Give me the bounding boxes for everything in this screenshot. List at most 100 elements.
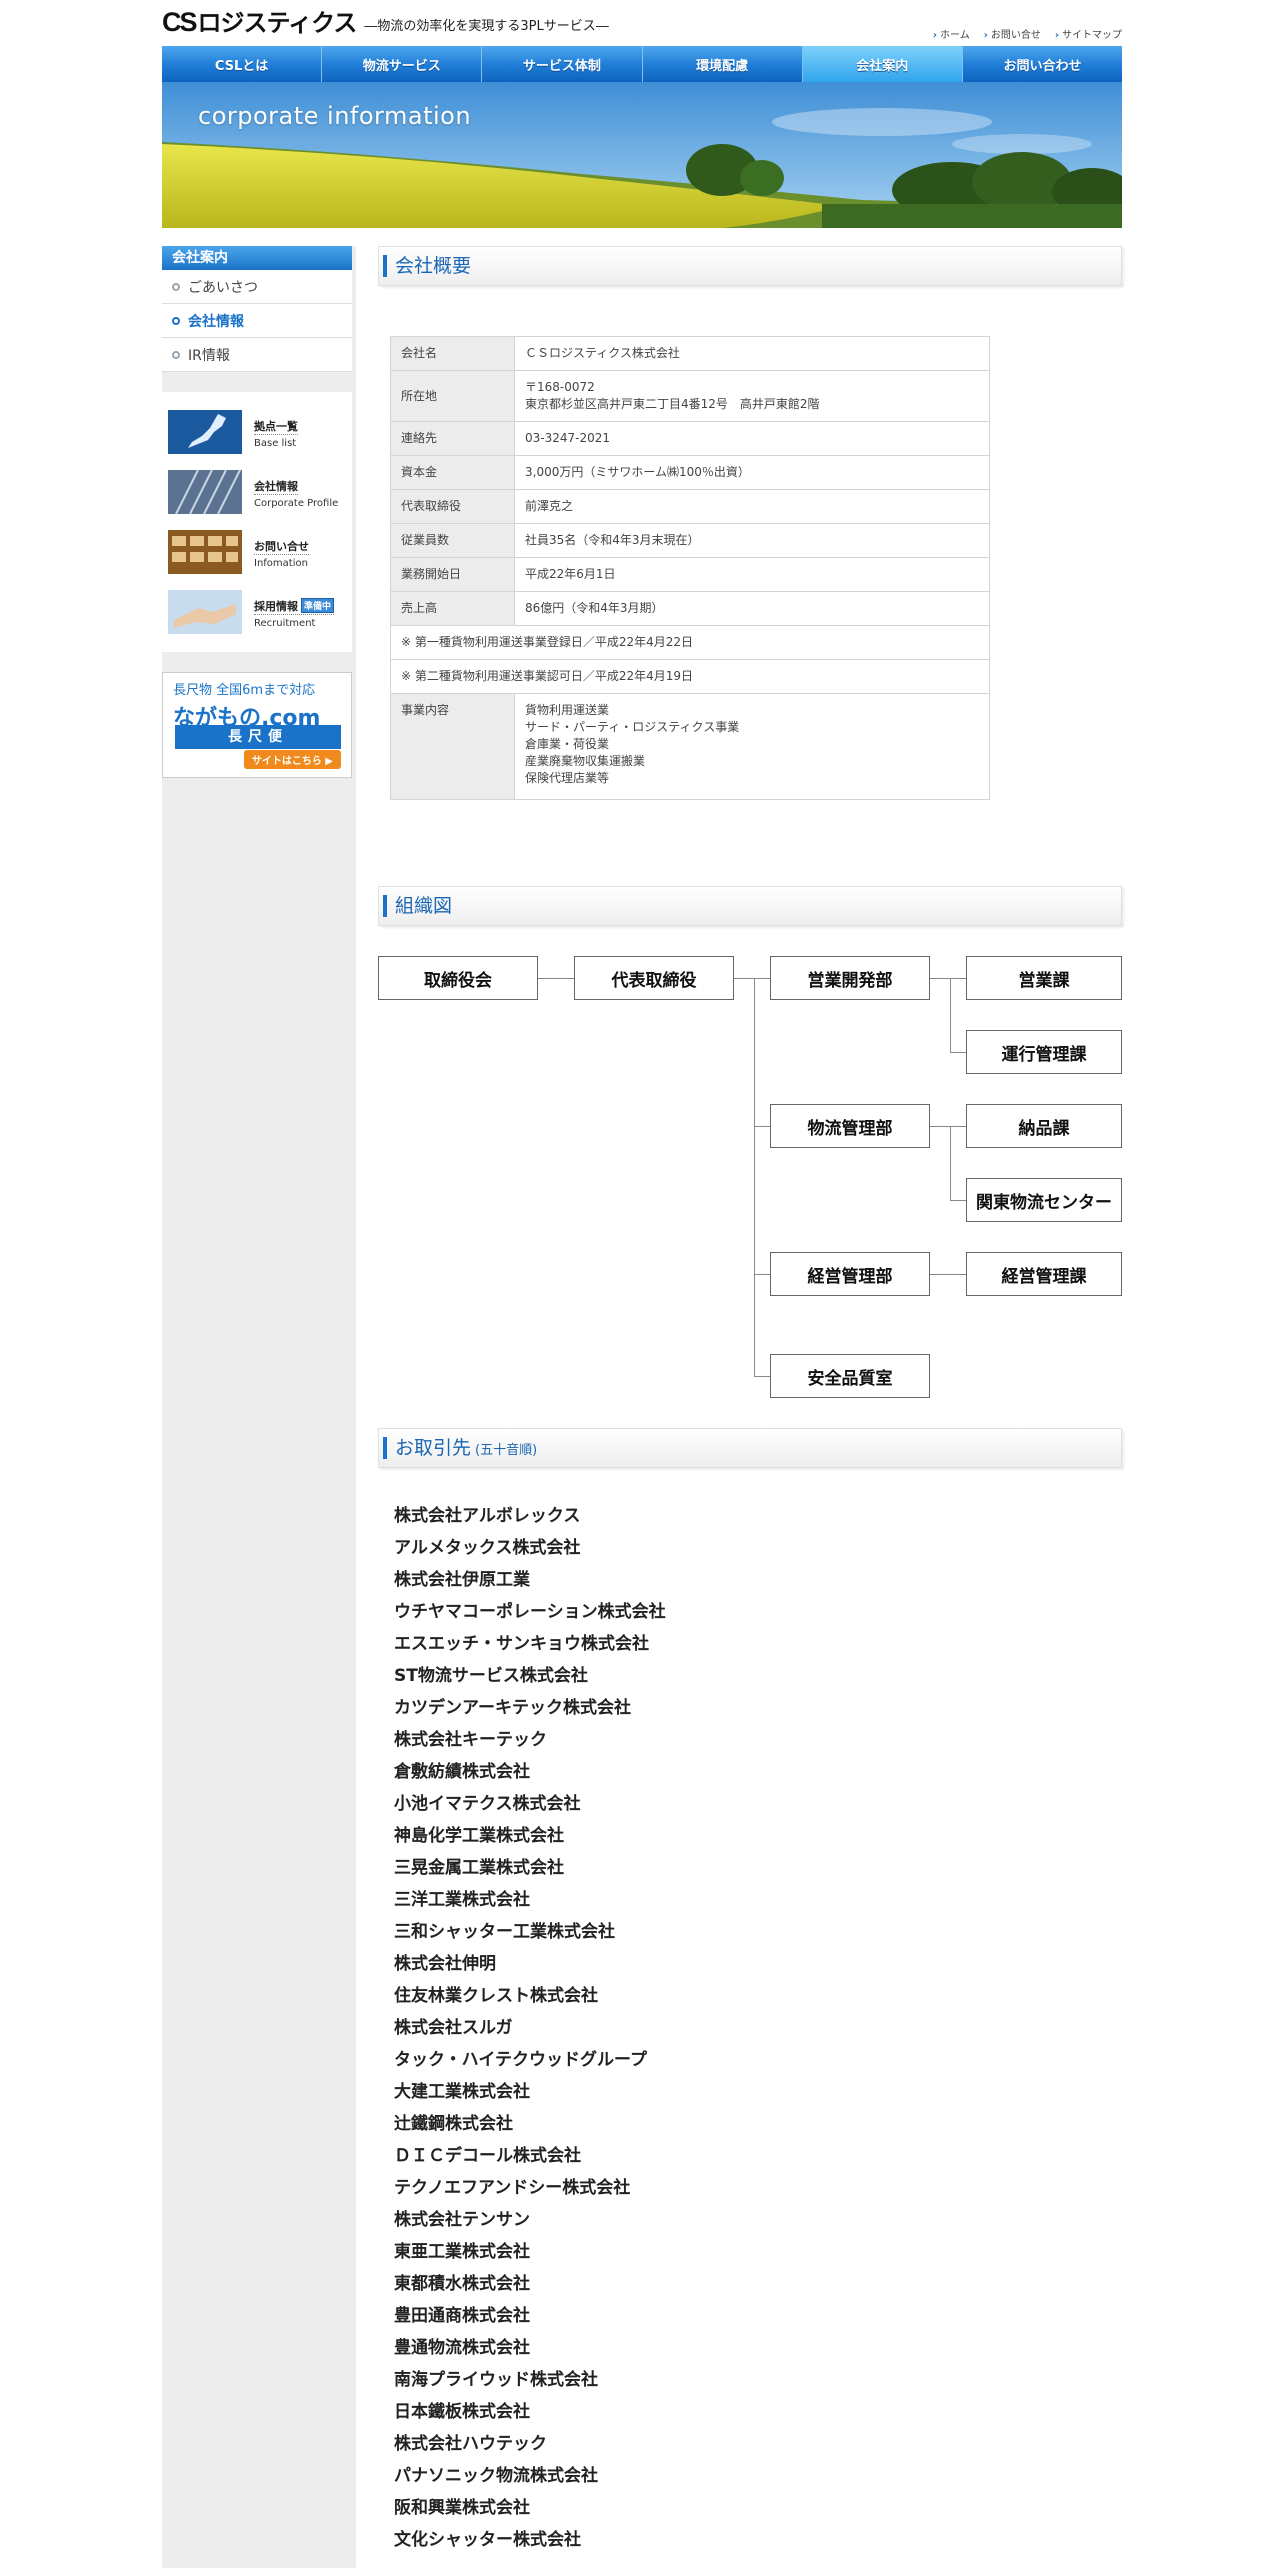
nav-item-about[interactable]: CSLとは [162,46,321,82]
org-box-sales-dev: 営業開発部 [770,956,930,1000]
org-chart: 取締役会 代表取締役 営業開発部 営業課 運行管理課 物流管理部 納品課 関東物… [378,956,1122,1416]
list-item: アルメタックス株式会社 [394,1538,581,1558]
sidebar-menu: ごあいさつ 会社情報 IR情報 [162,270,352,372]
list-item: 南海プライウッド株式会社 [394,2370,598,2390]
row-label: 従業員数 [390,523,515,558]
list-item: 住友林業クレスト株式会社 [394,1986,598,2006]
table-row: 資本金 3,000万円（ミサワホーム㈱100％出資） [390,455,990,490]
org-box-kanto-center: 関東物流センター [966,1178,1122,1222]
org-box-board: 取締役会 [378,956,538,1000]
sidebar-item-greeting[interactable]: ごあいさつ [162,270,352,304]
connector-line [950,1052,966,1053]
row-label: 連絡先 [390,421,515,456]
naga-site-button[interactable]: サイトはこちら ▶ [243,750,341,769]
tagline: ―物流の効率化を実現する3PLサービス― [364,19,609,34]
row-value: 03-3247-2021 [514,421,990,456]
list-item: 株式会社テンサン [394,2210,530,2230]
bullet-icon [172,316,180,325]
site-logo[interactable]: CS ロジスティクス ―物流の効率化を実現する3PLサービス― [162,7,609,38]
section-heading-profile: 会社概要 [378,246,1122,286]
row-label: 資本金 [390,455,515,490]
sidebar-item-label: IR情報 [188,347,230,364]
nav-item-contact[interactable]: お問い合わせ [961,46,1122,82]
global-nav: CSLとは 物流サービス サービス体制 環境配慮 会社案内 お問い合わせ [162,46,1122,82]
list-item: 株式会社スルガ [394,2018,513,2038]
heading-text: お取引先 [395,1437,472,1459]
table-row: 代表取締役 前澤克之 [390,489,990,524]
status-badge: 準備中 [301,598,335,613]
row-label: 代表取締役 [390,489,515,524]
sidebar-item-company-info[interactable]: 会社情報 [162,304,352,338]
row-value: 〒168-0072 東京都杉並区高井戸東二丁目4番12号 高井戸東館2階 [514,370,990,422]
row-value: ＣＳロジスティクス株式会社 [514,336,990,371]
org-box-admin-section: 経営管理課 [966,1252,1122,1296]
list-item: 株式会社アルボレックス [394,1506,581,1526]
nav-item-logistics-service[interactable]: 物流サービス [321,46,481,82]
section-heading-org: 組織図 [378,886,1122,926]
nav-item-environment[interactable]: 環境配慮 [641,46,802,82]
list-item: 倉敷紡績株式会社 [394,1762,530,1782]
sidebar-item-label: 会社情報 [188,313,244,330]
table-row: 連絡先 03-3247-2021 [390,421,990,456]
building-icon [168,470,242,514]
keyboard-icon [168,530,242,574]
banner-recruitment[interactable]: 採用情報 準備中 Recruitment [168,582,346,642]
utility-home-link[interactable]: ホーム [933,26,970,41]
list-item: ST物流サービス株式会社 [394,1666,588,1686]
nav-item-service-system[interactable]: サービス体制 [481,46,641,82]
connector-line [930,1126,966,1127]
note-row: ※ 第一種貨物利用運送事業登録日／平成22年4月22日 [390,625,990,660]
org-box-admin-dept: 経営管理部 [770,1252,930,1296]
list-item: ＤＩＣデコール株式会社 [394,2146,581,2166]
org-box-safety-quality: 安全品質室 [770,1354,930,1398]
connector-line [734,978,770,979]
row-value: 3,000万円（ミサワホーム㈱100％出資） [514,455,990,490]
list-item: 株式会社伊原工業 [394,1570,530,1590]
list-item: 三晃金属工業株式会社 [394,1858,564,1878]
list-item: 文化シャッター株式会社 [394,2530,581,2550]
banner-base-list[interactable]: 拠点一覧 Base list [168,402,346,462]
banner-title: 拠点一覧 [254,420,298,435]
row-label: 所在地 [390,370,515,422]
connector-line [538,978,574,979]
banner-information[interactable]: お問い合せ Infomation [168,522,346,582]
connector-line [950,978,951,1052]
row-label: 会社名 [390,336,515,371]
naganomo-banner[interactable]: 長尺物 全国6mまで対応 ながもの.com 長尺便 サイトはこちら ▶ [162,672,352,778]
business-item: サード・パーティ・ロジスティクス事業 [525,720,740,734]
table-row: 業務開始日 平成22年6月1日 [390,557,990,592]
utility-sitemap-link[interactable]: サイトマップ [1055,26,1122,41]
nav-item-company[interactable]: 会社案内 [801,46,962,82]
logo-mark: CS [162,7,197,37]
postal-code: 〒168-0072 [525,380,595,394]
row-value: 前澤克之 [514,489,990,524]
client-list: 株式会社アルボレックス アルメタックス株式会社 株式会社伊原工業 ウチヤマコーポレーシ… [394,1500,666,2556]
connector-line [950,1126,951,1200]
list-item: 株式会社キーテック [394,1730,547,1750]
list-item: 三和シャッター工業株式会社 [394,1922,615,1942]
list-item: パナソニック物流株式会社 [394,2466,598,2486]
list-item: カツデンアーキテック株式会社 [394,1698,631,1718]
heading-note: (五十音順) [475,1443,538,1458]
utility-contact-link[interactable]: お問い合せ [984,26,1041,41]
section-heading-clients: お取引先 (五十音順) [378,1428,1122,1468]
list-item: 大建工業株式会社 [394,2082,530,2102]
list-item: 小池イマテクス株式会社 [394,1794,581,1814]
business-item: 保険代理店業等 [525,771,610,785]
business-item: 倉庫業・荷役業 [525,737,610,751]
row-label: 業務開始日 [390,557,515,592]
banner-corporate-profile[interactable]: 会社情報 Corporate Profile [168,462,346,522]
address: 東京都杉並区高井戸東二丁目4番12号 高井戸東館2階 [525,397,820,411]
list-item: エスエッチ・サンキョウ株式会社 [394,1634,649,1654]
logo-text: ロジスティクス [197,9,358,37]
row-label: 事業内容 [390,693,515,800]
table-row: 従業員数 社員35名（令和4年3月末現在） [390,523,990,558]
list-item: 東亜工業株式会社 [394,2242,530,2262]
list-item: タック・ハイテクウッドグループ [394,2050,647,2070]
utility-nav: ホーム お問い合せ サイトマップ [933,26,1122,41]
banner-title-text: 採用情報 [254,600,298,613]
org-box-operations: 運行管理課 [966,1030,1122,1074]
list-item: 阪和興業株式会社 [394,2498,530,2518]
sidebar-item-ir[interactable]: IR情報 [162,338,352,372]
banner-title: お問い合せ [254,540,309,555]
